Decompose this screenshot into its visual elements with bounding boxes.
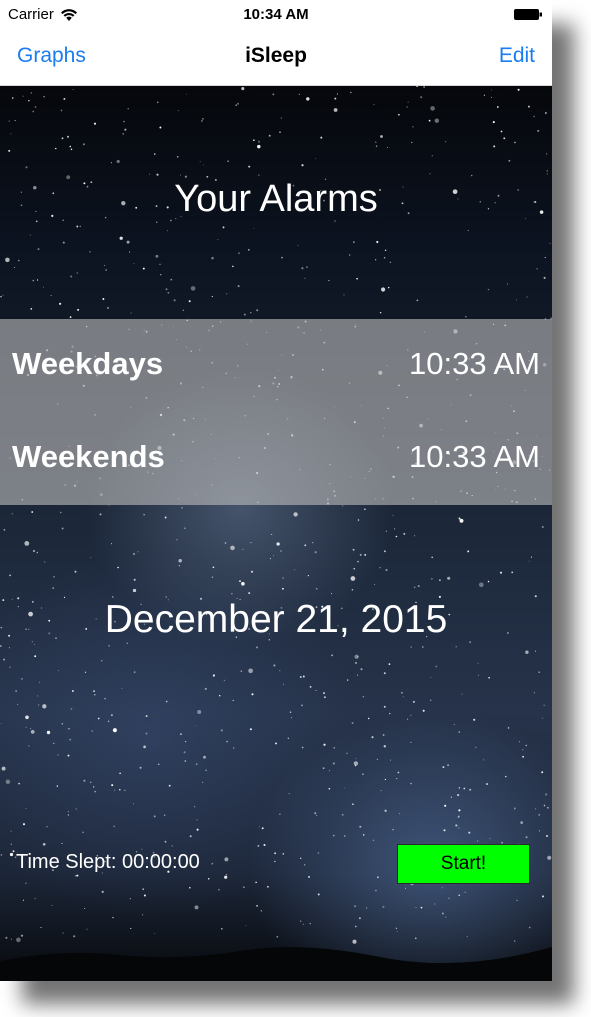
battery-icon	[514, 9, 542, 20]
status-bar: Carrier 10:34 AM	[0, 0, 552, 30]
alarm-time: 10:33 AM	[409, 439, 540, 474]
alarm-name: Weekdays	[12, 346, 164, 381]
start-button[interactable]: Start!	[397, 844, 530, 884]
alarm-name: Weekends	[12, 439, 165, 474]
status-time: 10:34 AM	[243, 6, 309, 23]
alarms-heading: Your Alarms	[174, 178, 378, 220]
alarm-list: Weekdays 10:33 AM Weekends 10:33 AM	[0, 319, 552, 505]
phone-screen: Carrier 10:34 AM Graphs iSleep Edit Your…	[0, 0, 552, 981]
navigation-bar: Graphs iSleep Edit	[0, 30, 552, 86]
page-title: iSleep	[245, 44, 307, 67]
current-date: December 21, 2015	[104, 598, 448, 641]
horizon-silhouette	[0, 947, 552, 981]
edit-button[interactable]: Edit	[499, 44, 535, 68]
alarm-row-weekends[interactable]: Weekends 10:33 AM	[0, 412, 552, 505]
time-slept-label: Time Slept: 00:00:00	[16, 851, 200, 873]
alarm-row-weekdays[interactable]: Weekdays 10:33 AM	[0, 319, 552, 412]
alarm-time: 10:33 AM	[409, 346, 540, 381]
